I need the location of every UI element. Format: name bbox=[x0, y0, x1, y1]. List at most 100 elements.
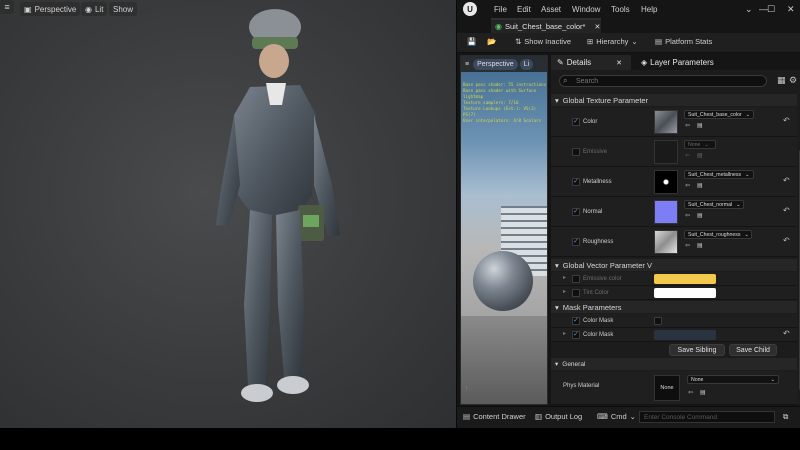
mask-value-checkbox[interactable] bbox=[654, 317, 662, 325]
param-checkbox[interactable] bbox=[572, 289, 580, 297]
chevron-down-icon[interactable]: ⌄ bbox=[745, 4, 753, 15]
save-sibling-button[interactable]: Save Sibling bbox=[669, 344, 725, 356]
asset-tab[interactable]: ◉ Suit_Chest_base_color* ✕ bbox=[491, 18, 601, 33]
use-selected-icon[interactable]: ⇦ bbox=[688, 389, 693, 396]
texture-thumbnail[interactable] bbox=[654, 170, 678, 194]
menu-tools[interactable]: Tools bbox=[611, 5, 630, 14]
close-window-icon[interactable]: ✕ bbox=[787, 4, 795, 15]
menu-edit[interactable]: Edit bbox=[517, 5, 531, 14]
param-label: Normal bbox=[583, 209, 603, 215]
color-swatch[interactable] bbox=[654, 274, 716, 284]
param-checkbox[interactable]: ✓ bbox=[572, 178, 580, 186]
material-preview-viewport[interactable]: ≡ Perspective Li Base pass shader: 55 in… bbox=[460, 55, 548, 405]
phys-material-dropdown[interactable]: None ⌄ bbox=[687, 375, 779, 384]
use-selected-icon[interactable]: ⇦ bbox=[685, 212, 690, 219]
gear-icon[interactable]: ⚙ bbox=[789, 75, 797, 86]
chevron-down-icon: ⌄ bbox=[704, 141, 709, 148]
hierarchy-icon: ⊞ bbox=[587, 37, 594, 46]
tab-details[interactable]: ✎ Details ✕ bbox=[551, 55, 631, 70]
chevron-down-icon: ⌄ bbox=[629, 412, 636, 421]
param-checkbox[interactable] bbox=[572, 148, 580, 156]
chevron-down-icon: ▾ bbox=[555, 95, 559, 105]
browse-asset-icon[interactable]: ▤ bbox=[697, 182, 703, 189]
param-checkbox[interactable]: ✓ bbox=[572, 317, 580, 325]
browse-asset-icon[interactable]: ▤ bbox=[697, 242, 703, 249]
cmd-dropdown[interactable]: ⌨ Cmd ⌄ bbox=[597, 412, 636, 421]
viewport-show-button[interactable]: Show bbox=[109, 2, 138, 16]
viewport-perspective-button[interactable]: ▣ Perspective bbox=[20, 2, 81, 16]
color-swatch[interactable] bbox=[654, 288, 716, 298]
menu-window[interactable]: Window bbox=[572, 5, 600, 14]
browse-asset-icon[interactable]: ▤ bbox=[697, 212, 703, 219]
platform-stats-button[interactable]: ▤ Platform Stats bbox=[655, 37, 712, 46]
texture-dropdown[interactable]: Suit_Chest_metallness ⌄ bbox=[684, 170, 754, 179]
use-selected-icon[interactable]: ⇦ bbox=[685, 152, 690, 159]
viewport-lit-button[interactable]: ◉ Lit bbox=[81, 2, 108, 16]
param-checkbox[interactable]: ✓ bbox=[572, 208, 580, 216]
browse-asset-icon[interactable]: ▤ bbox=[697, 152, 703, 159]
reset-icon[interactable]: ↶ bbox=[783, 176, 790, 185]
tab-layer-parameters[interactable]: ◈ Layer Parameters bbox=[635, 55, 714, 70]
texture-thumbnail[interactable] bbox=[654, 230, 678, 254]
param-checkbox[interactable]: ✓ bbox=[572, 118, 580, 126]
save-child-button[interactable]: Save Child bbox=[729, 344, 777, 356]
texture-dropdown[interactable]: None ⌄ bbox=[684, 140, 716, 149]
hierarchy-button[interactable]: ⊞ Hierarchy ⌄ bbox=[587, 37, 638, 46]
reset-icon[interactable]: ↶ bbox=[783, 116, 790, 125]
texture-thumbnail[interactable] bbox=[654, 200, 678, 224]
tab-close-icon[interactable]: ✕ bbox=[594, 23, 600, 31]
layers-icon: ◈ bbox=[641, 58, 648, 67]
menu-help[interactable]: Help bbox=[641, 5, 657, 14]
category-global-vector[interactable]: ▾ Global Vector Parameter V bbox=[551, 259, 797, 271]
texture-thumbnail[interactable] bbox=[654, 110, 678, 134]
reset-icon[interactable]: ↶ bbox=[783, 206, 790, 215]
grid-view-icon[interactable]: ▦ bbox=[777, 75, 786, 86]
menu-file[interactable]: File bbox=[494, 5, 507, 14]
category-mask-parameters[interactable]: ▾ Mask Parameters bbox=[551, 301, 797, 313]
show-inactive-button[interactable]: ⇅ Show Inactive bbox=[515, 37, 571, 46]
browse-asset-icon[interactable]: ▤ bbox=[697, 122, 703, 129]
param-label: Metallness bbox=[583, 179, 612, 185]
unreal-logo-icon: U bbox=[463, 2, 477, 16]
category-general[interactable]: ▾ General bbox=[551, 358, 797, 370]
texture-dropdown[interactable]: Suit_Chest_normal ⌄ bbox=[684, 200, 744, 209]
texture-dropdown[interactable]: Suit_Chest_base_color ⌄ bbox=[684, 110, 754, 119]
param-checkbox[interactable]: ✓ bbox=[572, 238, 580, 246]
expand-arrow-icon[interactable]: ▸ bbox=[563, 288, 566, 295]
use-selected-icon[interactable]: ⇦ bbox=[685, 182, 690, 189]
preview-perspective-button[interactable]: Perspective bbox=[473, 58, 518, 70]
hierarchy-label: Hierarchy bbox=[596, 37, 629, 46]
search-input[interactable]: Search bbox=[559, 75, 767, 87]
browse-asset-icon[interactable]: ▤ bbox=[700, 389, 706, 396]
console-input[interactable]: Enter Console Command bbox=[639, 411, 775, 423]
preview-menu-icon[interactable]: ≡ bbox=[463, 58, 472, 70]
texture-dropdown[interactable]: Suit_Chest_roughness ⌄ bbox=[684, 230, 752, 239]
preview-lit-button[interactable]: Li bbox=[519, 58, 534, 70]
maximize-icon[interactable]: ☐ bbox=[767, 4, 775, 15]
phys-material-thumbnail[interactable]: None bbox=[654, 375, 680, 401]
menu-asset[interactable]: Asset bbox=[541, 5, 561, 14]
category-global-texture[interactable]: ▾ Global Texture Parameter bbox=[551, 94, 797, 106]
output-log-button[interactable]: ▥ Output Log bbox=[535, 412, 582, 421]
use-selected-icon[interactable]: ⇦ bbox=[685, 242, 690, 249]
tab-close-icon[interactable]: ✕ bbox=[616, 59, 622, 67]
soldier-character-model[interactable] bbox=[190, 5, 370, 415]
use-selected-icon[interactable]: ⇦ bbox=[685, 122, 690, 129]
param-row-color-mask-vector: ▸ ✓ Color Mask ↶ bbox=[551, 328, 797, 342]
reset-icon[interactable]: ↶ bbox=[783, 236, 790, 245]
browse-icon[interactable]: 📂 bbox=[487, 37, 496, 46]
lit-label: Lit bbox=[94, 4, 104, 14]
reset-icon[interactable]: ↶ bbox=[783, 329, 790, 338]
expand-arrow-icon[interactable]: ▸ bbox=[563, 330, 566, 337]
save-icon[interactable]: 💾 bbox=[467, 37, 476, 46]
color-swatch[interactable] bbox=[654, 330, 716, 340]
param-checkbox[interactable]: ✓ bbox=[572, 331, 580, 339]
viewport-menu-icon[interactable]: ≡ bbox=[0, 0, 14, 14]
level-viewport[interactable]: ≡ ▣ Perspective ◉ Lit Show bbox=[0, 0, 456, 428]
param-row-normal: ✓ Normal Suit_Chest_normal ⌄ ⇦ ▤ ↶ bbox=[551, 197, 797, 227]
content-drawer-button[interactable]: ▤ Content Drawer bbox=[463, 412, 526, 421]
param-checkbox[interactable] bbox=[572, 275, 580, 283]
expand-arrow-icon[interactable]: ▸ bbox=[563, 274, 566, 281]
derived-data-icon[interactable]: ⧉ bbox=[783, 412, 788, 422]
texture-thumbnail[interactable] bbox=[654, 140, 678, 164]
